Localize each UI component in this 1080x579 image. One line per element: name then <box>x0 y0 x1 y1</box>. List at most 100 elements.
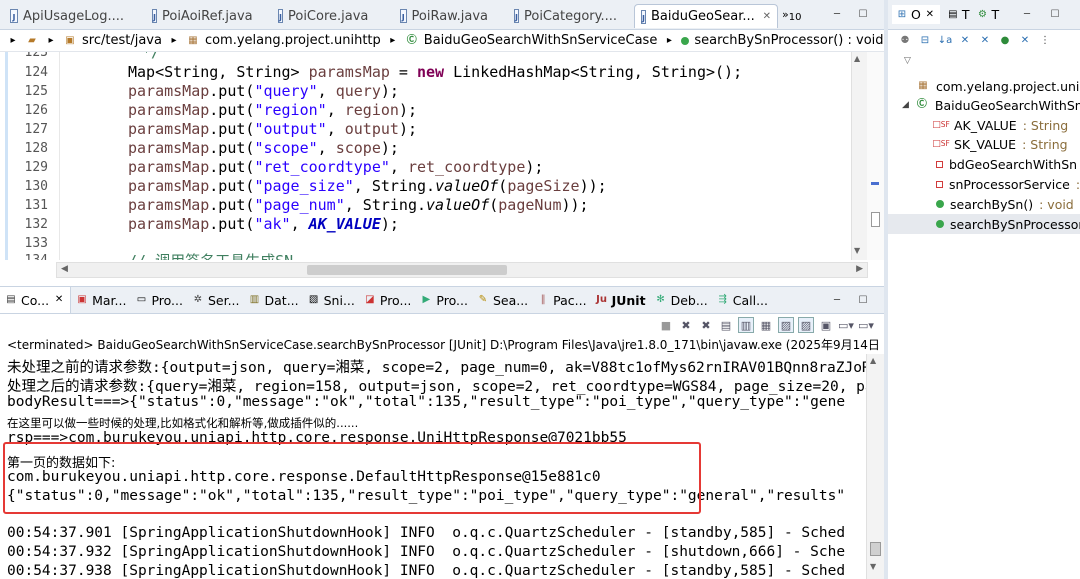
tab-label: PoiRaw.java <box>411 8 488 24</box>
show-on-output-icon[interactable]: ▨ <box>778 317 794 333</box>
servers-icon: ✲ <box>193 294 203 305</box>
clear-console-icon[interactable]: ▤ <box>718 317 734 333</box>
scroll-down-icon[interactable]: ▼ <box>870 562 876 571</box>
hide-static-icon[interactable]: ✕ <box>978 34 992 48</box>
tab-label: JUnit <box>611 292 646 308</box>
tab-debug[interactable]: ✻ Deb... <box>650 287 712 313</box>
editor-tab[interactable]: J ApiUsageLog.... <box>4 4 130 28</box>
editor-tab[interactable]: J PoiCategory.... <box>508 4 620 28</box>
console-toolbar: ■ ✖ ✖ ▤ ▥ ▦ ▨ ▨ ▣ ▭▾ ▭▾ <box>0 314 884 336</box>
tab-task-list[interactable]: ▤ T <box>946 7 969 22</box>
tab-console[interactable]: ▤ Co... ✕ <box>0 287 72 313</box>
line-number: 132 <box>24 217 48 232</box>
outline-item-field[interactable]: bdGeoSearchWithSn <box>888 154 1080 174</box>
close-icon[interactable]: ✕ <box>52 293 66 307</box>
breadcrumb-source-folder[interactable]: src/test/java <box>82 33 162 48</box>
scroll-thumb[interactable] <box>307 265 507 275</box>
tab-servers[interactable]: ✲ Ser... <box>187 287 244 313</box>
minimize-icon[interactable]: ─ <box>830 294 844 308</box>
code-comment: // 调用签名工具生成SN <box>128 250 293 260</box>
hide-non-public-icon[interactable]: ● <box>998 34 1012 48</box>
breadcrumb-package[interactable]: com.yelang.project.unihttp <box>205 33 381 48</box>
overview-ruler[interactable] <box>867 52 884 260</box>
tab-markers[interactable]: ▣ Mar... <box>71 287 130 313</box>
scroll-right-icon[interactable]: ▶ <box>856 264 863 274</box>
group-icon[interactable]: ⚉ <box>898 34 912 48</box>
maximize-icon[interactable]: ☐ <box>856 8 870 22</box>
scroll-up-icon[interactable]: ▲ <box>854 54 860 63</box>
editor-horizontal-scrollbar[interactable]: ◀ ▶ <box>56 262 868 278</box>
word-wrap-icon[interactable]: ▦ <box>758 317 774 333</box>
expand-icon[interactable]: ◢ <box>902 100 909 110</box>
tab-progress[interactable]: ▶ Pro... <box>415 287 472 313</box>
tab-snippets[interactable]: ▧ Sni... <box>303 287 359 313</box>
tab-search[interactable]: ✎ Sea... <box>472 287 532 313</box>
display-console-icon[interactable]: ▭▾ <box>838 317 854 333</box>
view-menu-icon[interactable]: ⋮ <box>1038 34 1052 48</box>
remove-launch-icon[interactable]: ✖ <box>678 317 694 333</box>
public-method-icon <box>936 200 944 208</box>
outline-type: : <box>1075 176 1080 192</box>
breadcrumb: ▸ ▰ ▸ ▣ src/test/java ▸ ▦ com.yelang.pro… <box>0 30 884 52</box>
outline-item-field[interactable]: □ SF AK_VALUE : String <box>888 115 1080 135</box>
outline-item-method[interactable]: searchBySn() : void <box>888 194 1080 214</box>
chevron-down-icon[interactable]: ▽ <box>904 56 911 66</box>
editor-tab-active[interactable]: J BaiduGeoSear... ✕ <box>634 4 778 28</box>
collapse-all-icon[interactable]: ⊟ <box>918 34 932 48</box>
outline-item-method-selected[interactable]: searchBySnProcessor <box>888 214 1080 234</box>
private-field-icon <box>936 160 943 168</box>
minimize-icon[interactable]: ─ <box>1020 8 1034 22</box>
close-icon[interactable]: ✕ <box>923 8 937 22</box>
hide-local-types-icon[interactable]: ✕ <box>1018 34 1032 48</box>
tab-label: Deb... <box>670 292 708 308</box>
editor-tab[interactable]: J PoiAoiRef.java <box>146 4 256 28</box>
breadcrumb-class[interactable]: BaiduGeoSearchWithSnServiceCase <box>424 33 658 48</box>
tab-problems[interactable]: ◪ Pro... <box>359 287 416 313</box>
breadcrumb-method[interactable]: searchBySnProcessor() : void <box>694 33 883 48</box>
tab-label: PoiCategory.... <box>523 8 617 24</box>
tab-junit[interactable]: Ju JUnit <box>591 287 650 313</box>
remove-all-icon[interactable]: ✖ <box>698 317 714 333</box>
scroll-left-icon[interactable]: ◀ <box>61 264 68 274</box>
maximize-icon[interactable]: ☐ <box>856 294 870 308</box>
outline-item-package[interactable]: ▦ com.yelang.project.unih <box>888 76 1080 96</box>
scroll-thumb[interactable] <box>870 542 881 556</box>
open-console-icon[interactable]: ▭▾ <box>858 317 874 333</box>
tab-type-hierarchy[interactable]: ⚙ T <box>975 7 999 22</box>
tab-outline[interactable]: ⊞ O ✕ <box>892 5 940 24</box>
close-icon[interactable]: ✕ <box>760 10 774 24</box>
editor-tab[interactable]: J PoiRaw.java <box>394 4 494 28</box>
maximize-icon[interactable]: ☐ <box>1048 8 1062 22</box>
console-vertical-scrollbar[interactable]: ▲ ▼ <box>866 354 884 579</box>
tab-label: PoiCore.java <box>287 8 369 24</box>
console-process-status: <terminated> BaiduGeoSearchWithSnService… <box>7 338 884 352</box>
line-number: 131 <box>24 198 48 213</box>
scroll-up-icon[interactable]: ▲ <box>870 356 876 365</box>
junit-icon: Ju <box>596 294 608 305</box>
tab-data-source[interactable]: ▥ Dat... <box>244 287 303 313</box>
editor-tab[interactable]: J PoiCore.java <box>272 4 372 28</box>
scroll-lock-icon[interactable]: ▥ <box>738 317 754 333</box>
ruler-marker[interactable] <box>871 182 879 185</box>
chevron-right-icon: ▸ <box>390 34 396 46</box>
console-line: 00:54:37.901 [SpringApplicationShutdownH… <box>7 525 846 541</box>
outline-item-field[interactable]: □ SF SK_VALUE : String <box>888 134 1080 154</box>
sort-icon[interactable]: ↓a <box>938 34 953 48</box>
hide-fields-icon[interactable]: ✕ <box>958 34 972 48</box>
editor-vertical-scrollbar[interactable]: ▲ ▼ <box>851 52 867 260</box>
minimize-icon[interactable]: ─ <box>830 8 844 22</box>
highlight-annotation-box <box>3 442 701 514</box>
outline-item-field[interactable]: snProcessorService : <box>888 174 1080 194</box>
outline-item-class[interactable]: ◢ Ⓒ BaiduGeoSearchWithSn <box>888 95 1080 115</box>
terminate-icon[interactable]: ■ <box>658 317 674 333</box>
pin-console-icon[interactable]: ▣ <box>818 317 834 333</box>
tab-call-hierarchy[interactable]: ⇶ Call... <box>712 287 772 313</box>
show-on-error-icon[interactable]: ▨ <box>798 317 814 333</box>
tab-label: ApiUsageLog.... <box>22 8 124 24</box>
code-editor[interactable]: 123 124 125 126 127 128 129 130 131 132 … <box>0 52 884 260</box>
tab-package-explorer[interactable]: ‖ Pac... <box>532 287 590 313</box>
tab-overflow-button[interactable]: » 10 <box>782 8 801 23</box>
tab-label: T <box>991 7 1000 22</box>
scroll-down-icon[interactable]: ▼ <box>854 246 860 255</box>
tab-properties[interactable]: ▭ Pro... <box>130 287 187 313</box>
